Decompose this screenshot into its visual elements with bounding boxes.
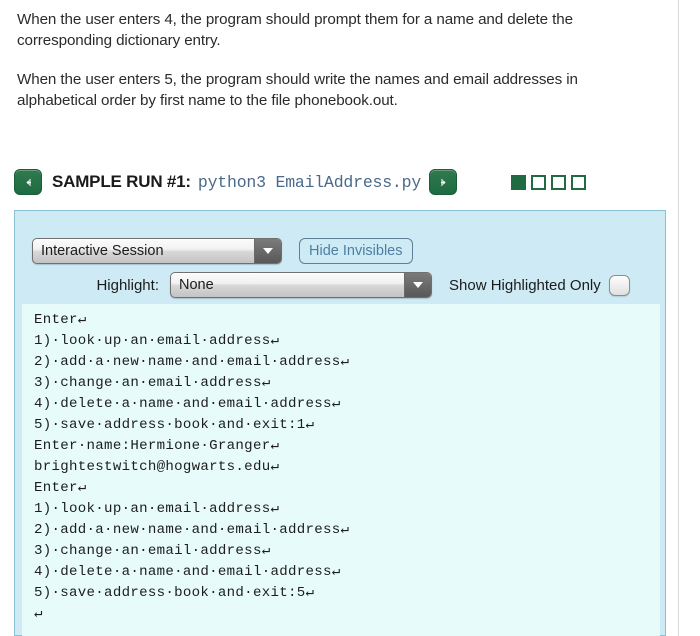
terminal-line: 2)·add·a·new·name·and·email·address↵ [34, 354, 350, 370]
session-select[interactable]: Interactive Session [32, 238, 282, 264]
terminal-line: 5)·save·address·book·and·exit:1↵ [34, 417, 315, 433]
highlight-select-value: None [179, 277, 214, 293]
terminal-line: Enter↵ [34, 312, 87, 328]
arrow-right-icon [437, 176, 450, 189]
sample-run-step-indicator [511, 174, 587, 190]
highlight-label: Highlight: [96, 276, 159, 294]
session-select-value: Interactive Session [41, 243, 164, 259]
terminal-line: 5)·save·address·book·and·exit:5↵ [34, 585, 315, 601]
console-controls-row-bottom: Highlight: None Show Highlighted Only [32, 272, 650, 298]
terminal-line: 1)·look·up·an·email·address↵ [34, 501, 280, 517]
instructions-text: When the user enters 4, the program shou… [17, 9, 657, 129]
highlight-select[interactable]: None [170, 272, 432, 298]
terminal-line: ↵ [34, 606, 43, 622]
instruction-paragraph-2: When the user enters 5, the program shou… [17, 71, 578, 109]
show-highlighted-only-label: Show Highlighted Only [449, 276, 601, 294]
step-indicator-square-1[interactable] [511, 174, 527, 190]
terminal-line: 3)·change·an·email·address↵ [34, 543, 271, 559]
chevron-down-icon [254, 239, 281, 263]
terminal-line: 4)·delete·a·name·and·email·address↵ [34, 564, 341, 580]
instruction-paragraph-1: When the user enters 4, the program shou… [17, 11, 573, 49]
chevron-down-icon [404, 273, 431, 297]
sample-run-command: python3 EmailAddress.py [197, 172, 422, 192]
terminal-line: 3)·change·an·email·address↵ [34, 375, 271, 391]
console-controls-row-top: Interactive Session Hide Invisibles [32, 238, 413, 264]
terminal-line: 2)·add·a·new·name·and·email·address↵ [34, 522, 350, 538]
show-highlighted-only-checkbox[interactable] [608, 274, 630, 296]
hide-invisibles-button[interactable]: Hide Invisibles [299, 238, 413, 264]
previous-sample-run-button[interactable] [14, 169, 42, 195]
step-indicator-square-2[interactable] [531, 174, 547, 190]
terminal-line: Enter↵ [34, 480, 87, 496]
sample-run-title: SAMPLE RUN #1: [52, 172, 191, 191]
terminal-line: 4)·delete·a·name·and·email·address↵ [34, 396, 341, 412]
arrow-left-icon [22, 176, 35, 189]
console-panel: Interactive Session Hide Invisibles High… [14, 210, 666, 636]
terminal-line: 1)·look·up·an·email·address↵ [34, 333, 280, 349]
terminal-line: Enter·name:Hermione·Granger↵ [34, 438, 280, 454]
next-sample-run-button[interactable] [429, 169, 458, 195]
step-indicator-square-3[interactable] [551, 174, 567, 190]
step-indicator-square-4[interactable] [571, 174, 587, 190]
terminal-line: brightestwitch@hogwarts.edu↵ [34, 459, 280, 475]
page-edge-rule [678, 0, 679, 636]
sample-run-header: SAMPLE RUN #1: python3 EmailAddress.py [14, 165, 674, 199]
terminal-output[interactable]: Enter↵ 1)·look·up·an·email·address↵ 2)·add… [22, 304, 660, 636]
